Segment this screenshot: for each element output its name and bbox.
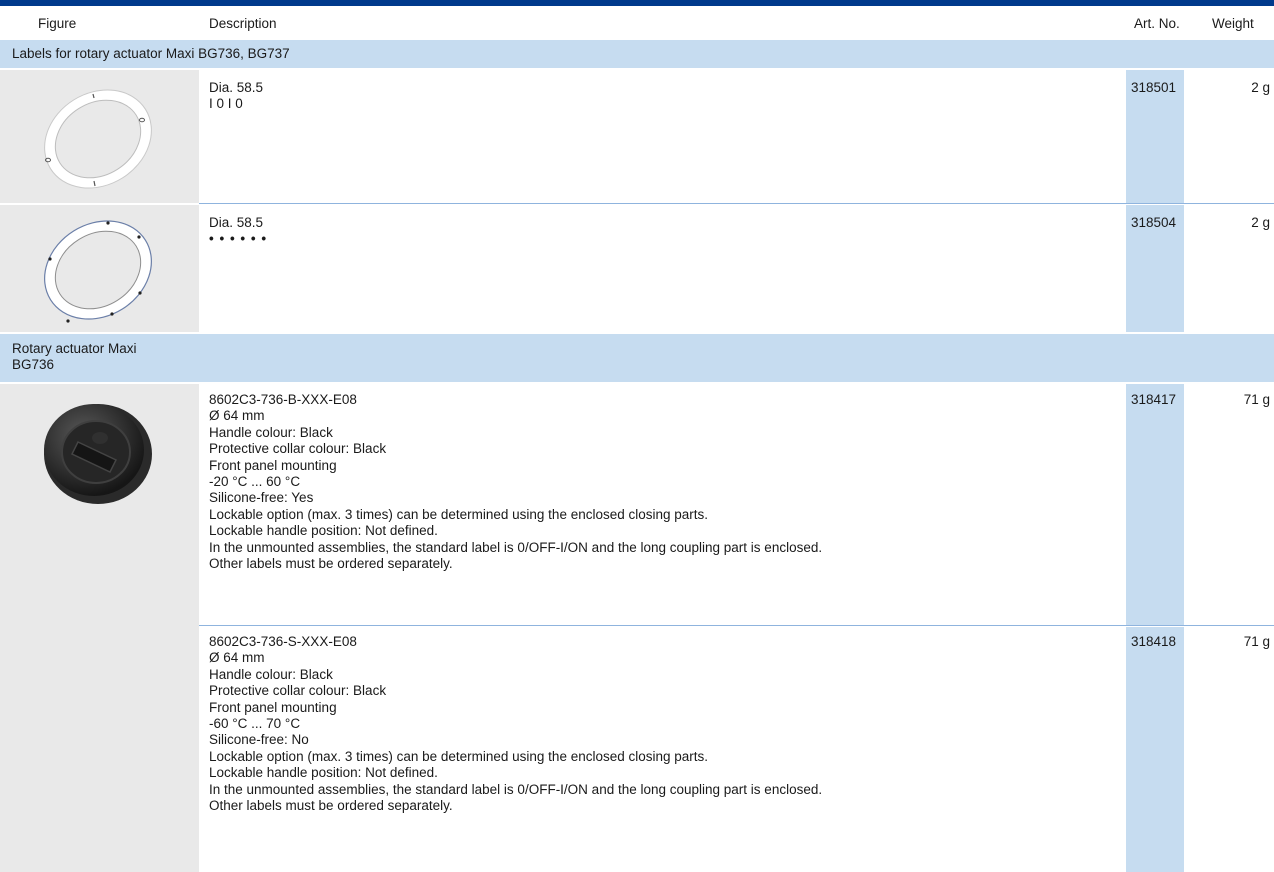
desc-line: Front panel mounting [209,457,337,473]
header-weight: Weight [1212,16,1254,31]
art-no: 318417 [1131,392,1177,407]
header-figure: Figure [38,16,77,31]
desc-line: Lockable handle position: Not defined. [209,765,438,781]
row-description: 8602C3-736-B-XXX-E08 Ø 64 mm Handle colo… [209,392,822,572]
desc-line: Lockable handle position: Not defined. [209,523,438,539]
desc-line: Other labels must be ordered separately. [209,556,453,572]
label-ring-dots-image [44,220,152,323]
desc-line: Ø 64 mm [209,650,265,666]
row-description: Dia. 58.5 • • • • • • [209,215,267,248]
section-title: Rotary actuator Maxi BG736 [12,341,137,374]
table-header: Figure Description Art. No. Weight [0,6,1274,39]
weight: 71 g [1243,392,1270,407]
art-no: 318418 [1131,634,1177,649]
rotary-actuator-image [44,404,152,504]
desc-line: In the unmounted assemblies, the standar… [209,781,823,797]
row-description: Dia. 58.5 I 0 I 0 [209,80,263,113]
desc-line: 8602C3-736-B-XXX-E08 [209,392,357,407]
desc-line: In the unmounted assemblies, the standar… [209,539,823,555]
row-divider [199,625,1274,626]
desc-line: -20 °C ... 60 °C [209,474,301,490]
desc-line: Dia. 58.5 [209,80,264,95]
art-no-cell: 318501 [1126,70,1184,203]
desc-line: • • • • • • [209,231,268,247]
section-title-line: Rotary actuator Maxi [12,341,137,356]
section-title: Labels for rotary actuator Maxi BG736, B… [12,46,290,61]
section-title-line: BG736 [12,357,55,373]
header-description: Description [209,16,277,31]
weight: 2 g [1251,80,1270,95]
desc-line: Front panel mounting [209,699,337,715]
desc-line: Silicone-free: No [209,732,309,748]
figure-cell [0,205,199,332]
desc-line: Ø 64 mm [209,408,265,424]
desc-line: Dia. 58.5 [209,215,264,230]
weight: 71 g [1243,634,1270,649]
row-divider [199,203,1274,204]
figure-cell [0,70,199,203]
desc-line: -60 °C ... 70 °C [209,716,301,732]
art-no-cell: 318418 [1126,627,1184,872]
desc-line: Protective collar colour: Black [209,441,387,457]
label-ring-image [44,89,152,189]
desc-line: I 0 I 0 [209,96,243,112]
art-no-cell: 318417 [1126,384,1184,625]
desc-line: Handle colour: Black [209,424,333,440]
art-no: 318504 [1131,215,1177,230]
desc-line: Handle colour: Black [209,666,333,682]
header-art-no: Art. No. [1134,16,1180,31]
desc-line: Lockable option (max. 3 times) can be de… [209,506,709,522]
section-header-labels: Labels for rotary actuator Maxi BG736, B… [0,40,1274,68]
weight: 2 g [1251,215,1270,230]
row-description: 8602C3-736-S-XXX-E08 Ø 64 mm Handle colo… [209,634,822,814]
art-no: 318501 [1131,80,1177,95]
desc-line: 8602C3-736-S-XXX-E08 [209,634,357,649]
desc-line: Protective collar colour: Black [209,683,387,699]
art-no-cell: 318504 [1126,205,1184,332]
desc-line: Lockable option (max. 3 times) can be de… [209,748,709,764]
figure-cell [0,384,199,872]
desc-line: Other labels must be ordered separately. [209,798,453,814]
section-header-actuator: Rotary actuator Maxi BG736 [0,334,1274,382]
desc-line: Silicone-free: Yes [209,490,314,506]
